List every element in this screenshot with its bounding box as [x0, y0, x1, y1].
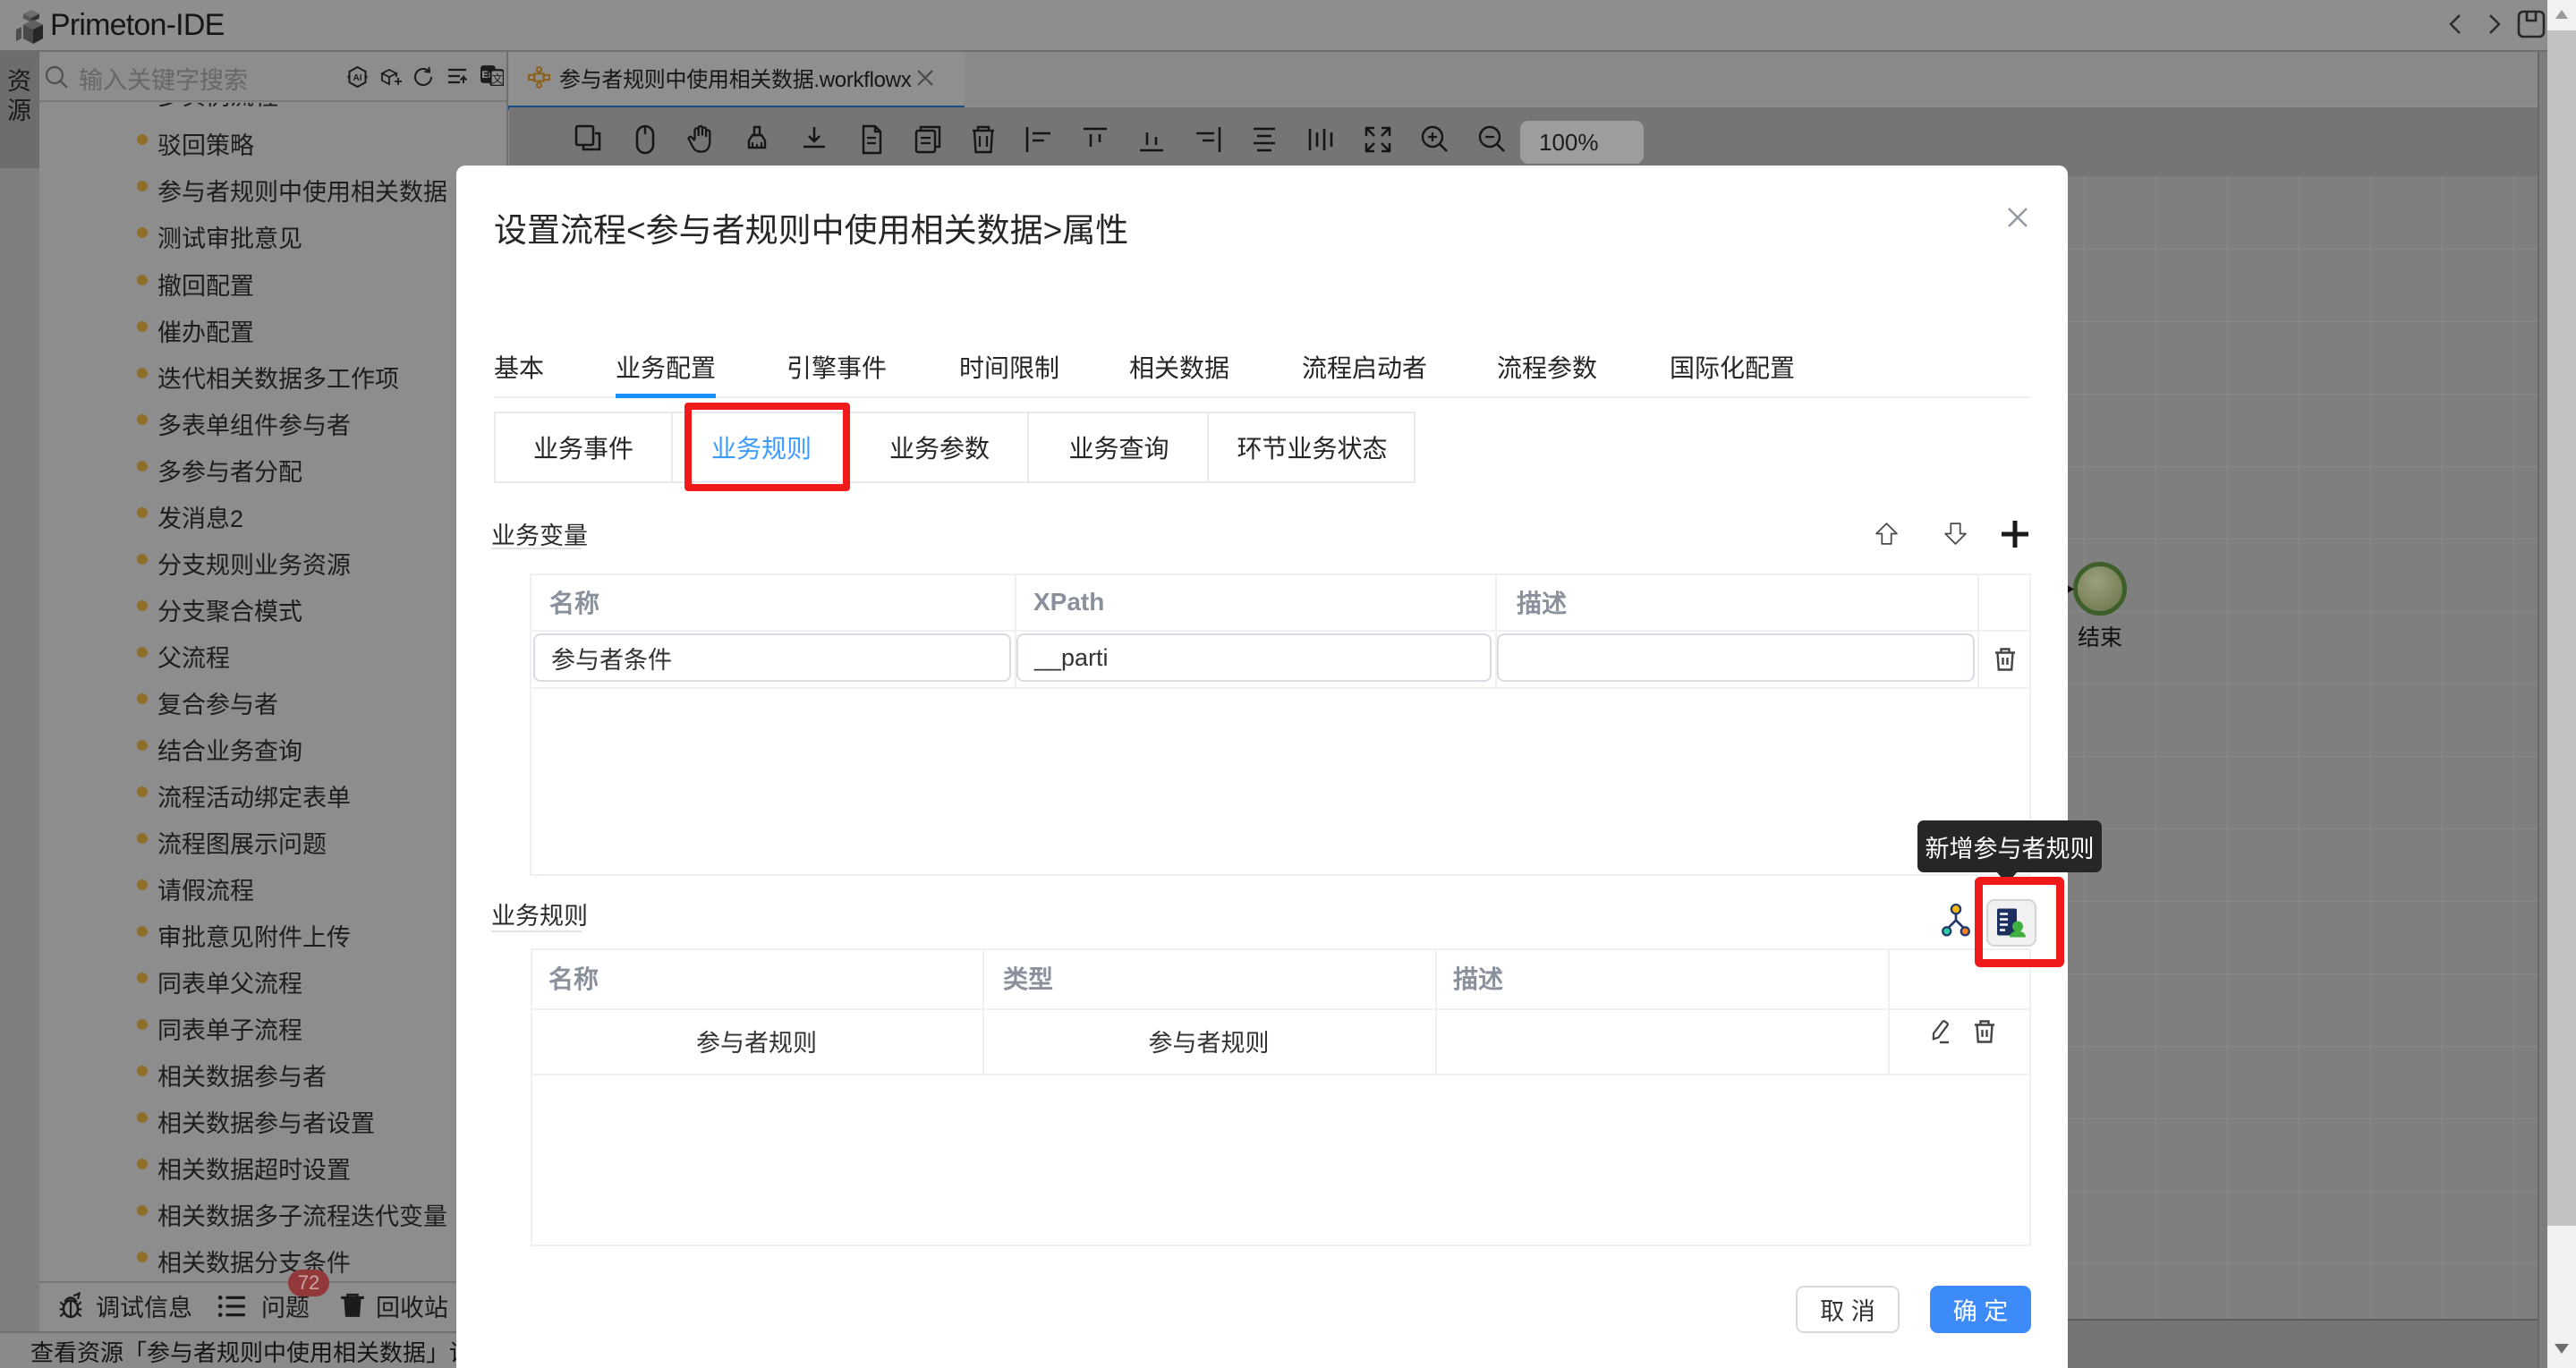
svg-text:文: 文	[492, 72, 504, 85]
svg-text:AI: AI	[353, 73, 362, 83]
